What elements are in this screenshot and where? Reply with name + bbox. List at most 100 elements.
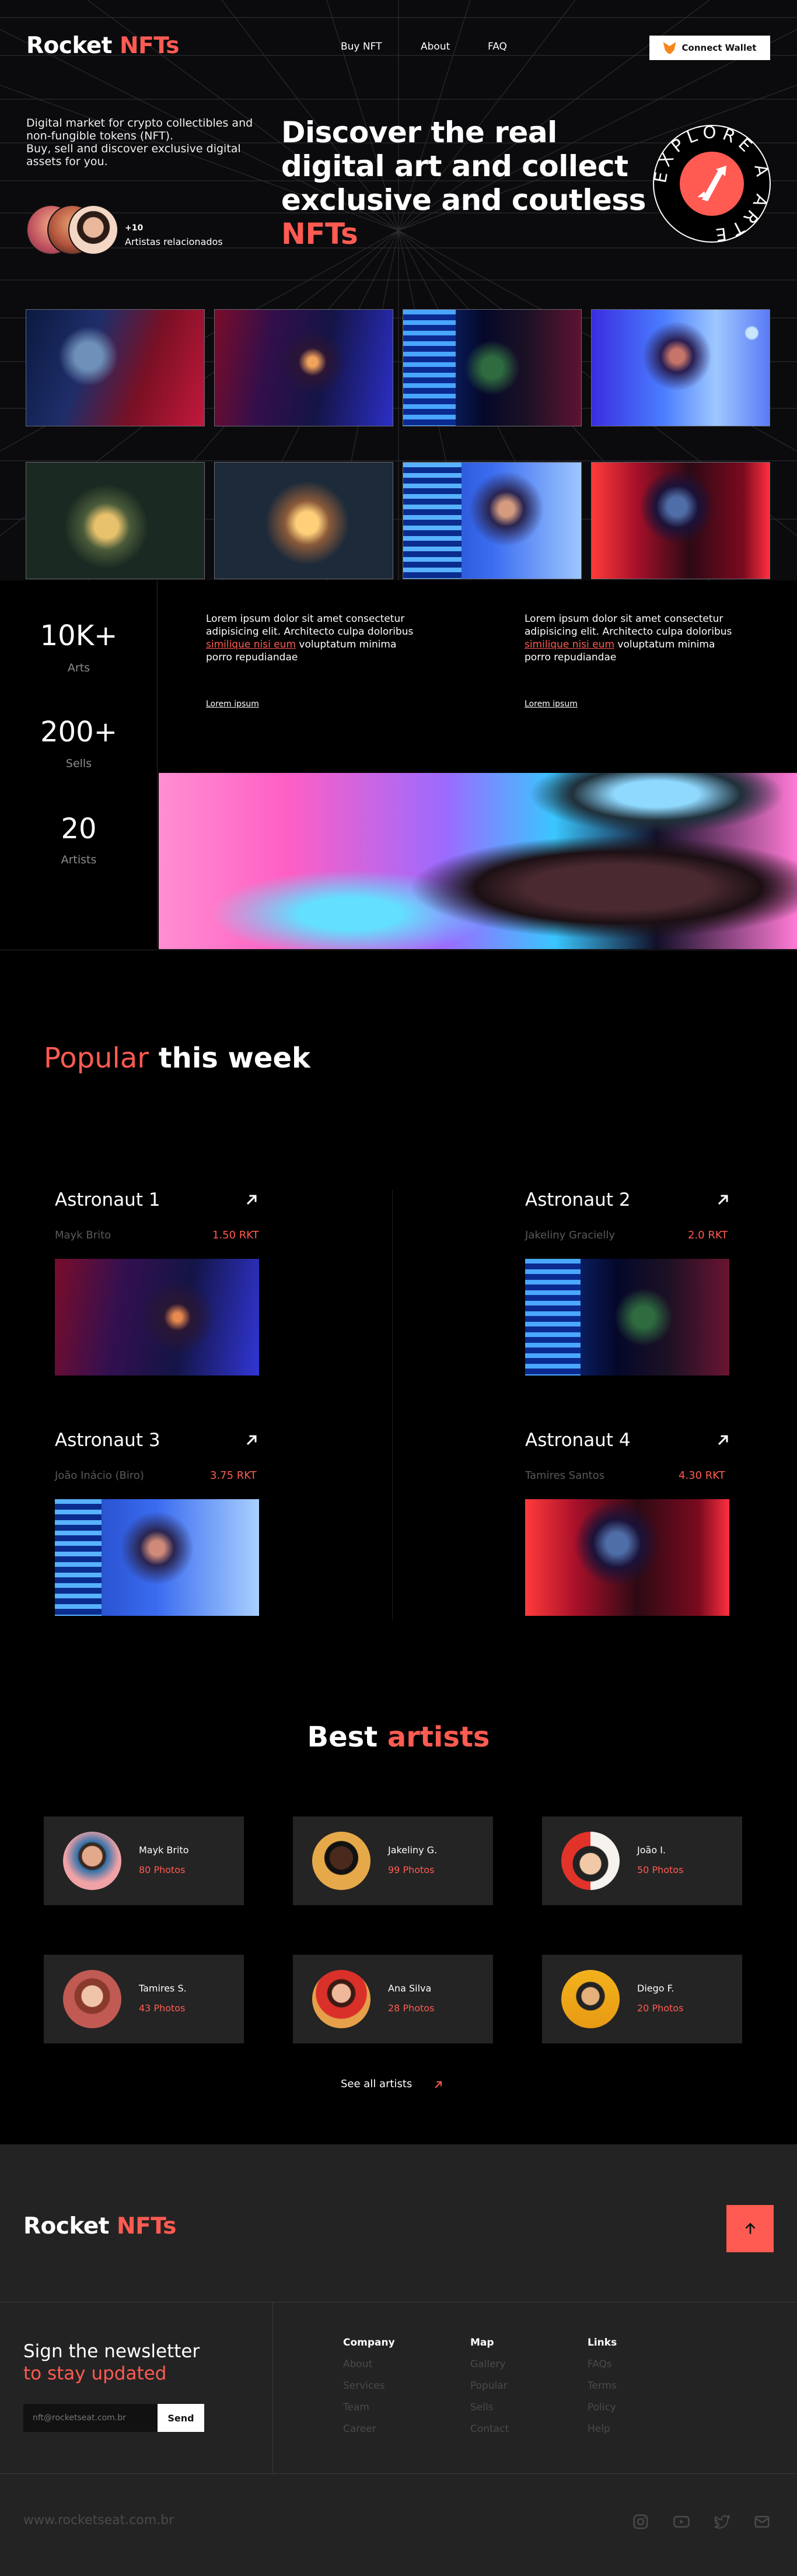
card-image[interactable] [525, 1499, 729, 1616]
artist-photo-count: 50 Photos [637, 1864, 684, 1875]
nav-about[interactable]: About [421, 41, 450, 52]
artist-card[interactable]: Mayk Brito 80 Photos [44, 1817, 244, 1905]
artist-name: Tamires S. [139, 1983, 187, 1994]
footer-link[interactable]: Terms [588, 2380, 617, 2402]
card-title[interactable]: Astronaut 3 [55, 1430, 160, 1451]
headline-line: Discover the real [281, 116, 557, 149]
footer-link[interactable]: Services [343, 2380, 395, 2402]
stat-value: 20 [61, 813, 97, 845]
brand-name-accent: NFTs [117, 2213, 176, 2239]
avatar [312, 1970, 370, 2028]
artist-name: Diego F. [637, 1983, 674, 1994]
hero-intro-line: Buy, sell and discover exclusive digital [26, 142, 241, 155]
card-image[interactable] [525, 1259, 729, 1376]
lorem-line: voluptatum minima [296, 639, 397, 650]
instagram-icon[interactable] [632, 2513, 649, 2530]
newsletter-send-button[interactable]: Send [158, 2404, 204, 2432]
brand-name-part: Rocket [23, 2213, 109, 2239]
artists-title-rest: Best [307, 1721, 387, 1754]
nft-thumbnail[interactable] [26, 309, 205, 426]
stat-value: 10K+ [40, 620, 118, 652]
nft-thumbnail[interactable] [591, 462, 770, 579]
card-author: Tamires Santos [525, 1469, 605, 1482]
artist-card[interactable]: João I. 50 Photos [542, 1817, 742, 1905]
youtube-icon[interactable] [673, 2513, 690, 2530]
cards-divider [392, 1190, 393, 1619]
footer-column-title: Map [470, 2337, 494, 2348]
footer-link[interactable]: About [343, 2358, 395, 2380]
headline-line: exclusive and coutless [281, 183, 646, 217]
card-price: 2.0 RKT [688, 1229, 728, 1241]
arrow-up-right-icon[interactable] [715, 1432, 731, 1448]
newsletter-title: Sign the newsletter [23, 2341, 200, 2362]
footer-link[interactable]: Team [343, 2402, 395, 2423]
footer-url[interactable]: www.rocketseat.com.br [23, 2513, 174, 2528]
newsletter-subtitle: to stay updated [23, 2363, 167, 2384]
featured-banner-image [159, 773, 797, 949]
nft-thumbnail[interactable] [403, 309, 582, 426]
footer-link[interactable]: Sells [470, 2402, 509, 2423]
footer: Rocket NFTs Sign the newsletter to stay … [0, 2144, 797, 2576]
see-all-label: See all artists [341, 2078, 413, 2090]
card-author: Mayk Brito [55, 1229, 111, 1241]
footer-link[interactable]: FAQs [588, 2358, 617, 2380]
card-image[interactable] [55, 1499, 259, 1616]
artist-photo-count: 43 Photos [139, 2003, 186, 2014]
avatar [561, 1970, 620, 2028]
arrow-up-icon [744, 2222, 756, 2234]
footer-link[interactable]: Contact [470, 2423, 509, 2445]
arrow-up-right-icon[interactable] [715, 1192, 731, 1208]
lorem-line: adipisicing elit. Architecto culpa dolor… [525, 626, 732, 638]
twitter-icon[interactable] [713, 2513, 730, 2530]
nav-faq[interactable]: FAQ [488, 41, 507, 52]
brand-logo[interactable]: Rocket NFTs [26, 33, 179, 59]
popular-title: Popular this week [44, 1042, 310, 1074]
footer-column-links: Links FAQs Terms Policy Help [588, 2337, 617, 2445]
card-title[interactable]: Astronaut 4 [525, 1430, 631, 1451]
brand-name-part: Rocket [26, 33, 112, 59]
see-all-artists-link[interactable]: See all artists [341, 2078, 412, 2090]
lorem-line: Lorem ipsum dolor sit amet consectetur [206, 613, 405, 625]
lorem-block: Lorem ipsum dolor sit amet consectetur a… [525, 612, 758, 664]
artist-photo-count: 28 Photos [388, 2003, 435, 2014]
nft-thumbnail[interactable] [26, 462, 205, 579]
artist-card[interactable]: Ana Silva 28 Photos [293, 1955, 493, 2043]
nav-buy-nft[interactable]: Buy NFT [341, 41, 382, 52]
card-title[interactable]: Astronaut 2 [525, 1189, 631, 1210]
nft-thumbnail[interactable] [403, 462, 582, 579]
footer-link[interactable]: Help [588, 2423, 617, 2445]
nft-thumbnail[interactable] [591, 309, 770, 426]
connect-wallet-button[interactable]: Connect Wallet [649, 36, 770, 60]
card-title[interactable]: Astronaut 1 [55, 1189, 160, 1210]
lorem-line: adipisicing elit. Architecto culpa dolor… [206, 626, 414, 638]
mail-icon[interactable] [753, 2513, 771, 2530]
footer-brand-logo[interactable]: Rocket NFTs [23, 2213, 176, 2239]
footer-column-map: Map Gallery Popular Sells Contact [470, 2337, 509, 2445]
lorem-link[interactable]: Lorem ipsum [206, 699, 259, 709]
hero-intro-line: non-fungible tokens (NFT). [26, 130, 174, 142]
scroll-to-top-button[interactable] [726, 2205, 774, 2252]
artist-card[interactable]: Jakeliny G. 99 Photos [293, 1817, 493, 1905]
arrow-up-right-icon[interactable] [432, 2079, 444, 2091]
arrow-up-right-icon[interactable] [243, 1192, 260, 1208]
newsletter-email-input[interactable] [23, 2404, 158, 2432]
card-author: João Inácio (Biro) [55, 1469, 144, 1482]
artist-card[interactable]: Tamires S. 43 Photos [44, 1955, 244, 2043]
nft-thumbnail[interactable] [214, 309, 393, 426]
lorem-line: porro repudiandae [525, 652, 617, 663]
headline-accent: NFTs [281, 217, 358, 251]
explore-art-badge[interactable]: EXPLORE A ARTE [651, 123, 773, 245]
footer-link[interactable]: Policy [588, 2402, 617, 2423]
footer-link[interactable]: Popular [470, 2380, 509, 2402]
footer-link[interactable]: Career [343, 2423, 395, 2445]
footer-divider [272, 2302, 273, 2473]
lorem-link[interactable]: Lorem ipsum [525, 699, 578, 709]
arrow-up-right-icon[interactable] [243, 1432, 260, 1448]
avatar [68, 205, 118, 255]
footer-link[interactable]: Gallery [470, 2358, 509, 2380]
avatar [312, 1832, 370, 1890]
nft-thumbnail[interactable] [214, 462, 393, 579]
artist-photo-count: 20 Photos [637, 2003, 684, 2014]
artist-card[interactable]: Diego F. 20 Photos [542, 1955, 742, 2043]
card-image[interactable] [55, 1259, 259, 1376]
